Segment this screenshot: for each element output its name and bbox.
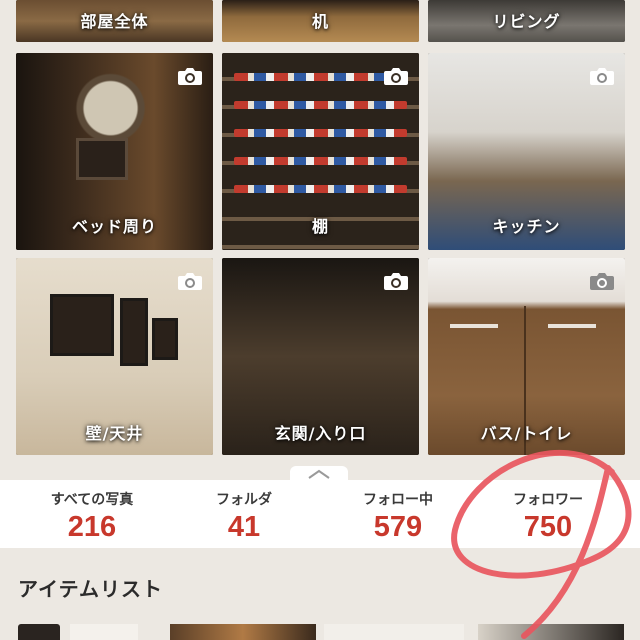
folder-tile-kitchen[interactable]: キッチン — [428, 53, 625, 250]
folder-tile-bath[interactable]: バス/トイレ — [428, 258, 625, 455]
folder-tile-room[interactable]: 部屋全体 — [16, 0, 213, 42]
folder-grid: 部屋全体 机 リビング ベッド周り 棚 キッチン 壁/天井 玄関/入り口 バス/… — [0, 0, 640, 470]
stat-value: 750 — [523, 511, 573, 543]
stat-label: フォロー中 — [363, 492, 433, 508]
folder-tile-living[interactable]: リビング — [428, 0, 625, 42]
camera-icon — [178, 68, 202, 85]
photo-detail — [76, 138, 128, 180]
item-list-thumbnails — [0, 624, 640, 640]
stat-followers[interactable]: フォロワー 750 — [468, 480, 628, 548]
folder-label: バス/トイレ — [480, 424, 573, 443]
picture-frame — [152, 318, 178, 360]
picture-frame — [120, 298, 148, 366]
shelf-row — [234, 157, 407, 165]
cabinet-handle — [450, 324, 498, 328]
camera-icon — [384, 273, 408, 290]
stat-label: すべての写真 — [50, 492, 134, 508]
item-thumbnail[interactable] — [70, 624, 138, 640]
shelf-row — [234, 101, 407, 109]
stat-label: フォロワー — [513, 492, 583, 508]
folder-label: 壁/天井 — [85, 424, 144, 443]
profile-stats: すべての写真 216 フォルダ 41 フォロー中 579 フォロワー 750 — [0, 480, 640, 548]
item-list-title: アイテムリスト — [18, 577, 163, 601]
stat-value: 41 — [227, 511, 261, 543]
folder-label: 棚 — [311, 217, 329, 236]
picture-frame — [50, 294, 114, 356]
item-thumbnail[interactable] — [324, 624, 464, 640]
folder-tile-desk[interactable]: 机 — [222, 0, 419, 42]
folder-label: キッチン — [492, 217, 561, 236]
stat-folders[interactable]: フォルダ 41 — [164, 480, 324, 548]
camera-icon — [384, 68, 408, 85]
camera-icon — [590, 68, 614, 85]
folder-label: リビング — [492, 12, 561, 31]
stat-all-photos[interactable]: すべての写真 216 — [12, 480, 172, 548]
stat-value: 216 — [67, 511, 117, 543]
shelf-row — [234, 129, 407, 137]
shelf-row — [234, 185, 407, 193]
chevron-up-icon — [308, 469, 330, 479]
item-thumbnail[interactable] — [18, 624, 60, 640]
stat-value: 579 — [373, 511, 423, 543]
item-thumbnail[interactable] — [170, 624, 316, 640]
cabinet-handle — [548, 324, 596, 328]
folder-label: ベッド周り — [71, 217, 157, 236]
folder-tile-wall[interactable]: 壁/天井 — [16, 258, 213, 455]
folder-tile-entrance[interactable]: 玄関/入り口 — [222, 258, 419, 455]
shelf-row — [234, 73, 407, 81]
camera-icon — [178, 273, 202, 290]
stat-label: フォルダ — [216, 492, 272, 508]
item-thumbnail[interactable] — [478, 624, 624, 640]
folder-tile-shelf[interactable]: 棚 — [222, 53, 419, 250]
folder-label: 部屋全体 — [80, 12, 149, 31]
folder-label: 机 — [311, 12, 329, 31]
folder-tile-bed[interactable]: ベッド周り — [16, 53, 213, 250]
stat-following[interactable]: フォロー中 579 — [318, 480, 478, 548]
camera-icon — [590, 273, 614, 290]
folder-label: 玄関/入り口 — [274, 424, 367, 443]
